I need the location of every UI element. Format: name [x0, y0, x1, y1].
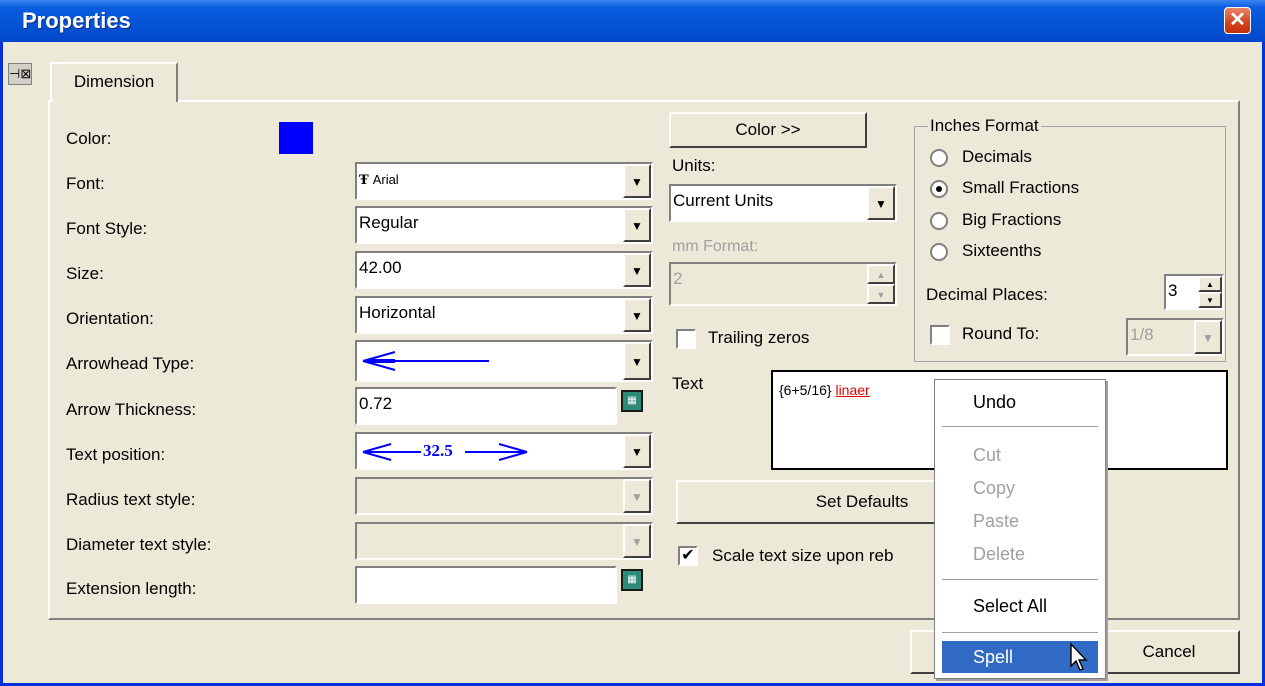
font-style-value: Regular: [359, 213, 419, 232]
sixteenths-label: Sixteenths: [962, 241, 1042, 260]
radio-sixteenths[interactable]: [930, 243, 948, 261]
spin-down-icon[interactable]: ▼: [1198, 292, 1222, 308]
arrow-thickness-value: 0.72: [359, 394, 393, 413]
arrowhead-select[interactable]: ▼: [355, 340, 653, 382]
decimal-places-value: 3: [1168, 281, 1178, 300]
menu-item-cut[interactable]: Cut: [973, 445, 1001, 466]
text-position-sample: 32.5: [423, 441, 453, 460]
menu-separator: [942, 632, 1098, 633]
dropdown-arrow-icon[interactable]: ▼: [623, 524, 651, 558]
radio-small-fractions[interactable]: [930, 180, 948, 198]
trailing-zeros-checkbox[interactable]: [676, 329, 696, 349]
tab-dimension[interactable]: Dimension: [50, 62, 178, 102]
check-icon: ✔: [681, 547, 695, 564]
font-label: Font:: [66, 174, 105, 193]
dropdown-arrow-icon[interactable]: ▼: [623, 164, 651, 198]
window-title: Properties: [22, 8, 131, 33]
dropdown-arrow-icon[interactable]: ▼: [623, 342, 651, 380]
menu-item-select-all[interactable]: Select All: [973, 596, 1047, 617]
units-value: Current Units: [673, 191, 774, 210]
scale-text-checkbox[interactable]: ✔: [678, 546, 698, 566]
close-glyph: ✕: [1229, 9, 1246, 31]
text-position-select[interactable]: 32.5 ▼: [355, 432, 653, 470]
dropdown-arrow-icon[interactable]: ▼: [623, 253, 651, 287]
arrowhead-sample-icon: [362, 351, 489, 371]
spin-down-icon[interactable]: ▼: [867, 284, 895, 304]
menu-item-undo[interactable]: Undo: [973, 392, 1016, 413]
orientation-value: Horizontal: [359, 303, 436, 322]
color-label: Color:: [66, 129, 112, 148]
orientation-label: Orientation:: [66, 309, 154, 328]
arrow-thickness-label: Arrow Thickness:: [66, 400, 197, 419]
text-position-label: Text position:: [66, 445, 166, 464]
mm-format-label: mm Format:: [672, 238, 759, 255]
round-to-checkbox[interactable]: [930, 325, 950, 345]
dropdown-arrow-icon[interactable]: ▼: [1194, 320, 1222, 354]
decimal-places-spinner[interactable]: 3 ▲ ▼: [1164, 274, 1224, 310]
dropdown-arrow-icon[interactable]: ▼: [623, 208, 651, 242]
radius-select[interactable]: ▼: [355, 477, 653, 515]
extension-input[interactable]: [355, 566, 617, 604]
dropdown-arrow-icon[interactable]: ▼: [623, 434, 651, 468]
dropdown-arrow-icon[interactable]: ▼: [623, 298, 651, 332]
cancel-button[interactable]: Cancel: [1098, 630, 1240, 674]
menu-item-delete[interactable]: Delete: [973, 544, 1025, 565]
truetype-icon: Ŧ: [359, 173, 369, 188]
small-fractions-label: Small Fractions: [962, 178, 1080, 197]
text-value: {6+5/16}: [779, 382, 832, 398]
radio-big-fractions[interactable]: [930, 212, 948, 230]
misspelled-word: linaer: [835, 382, 870, 398]
round-to-label: Round To:: [962, 324, 1040, 343]
size-label: Size:: [66, 264, 104, 283]
size-value: 42.00: [359, 258, 402, 277]
close-button[interactable]: ✔✕: [1224, 7, 1251, 34]
orientation-select[interactable]: Horizontal ▼: [355, 296, 653, 334]
decimals-label: Decimals: [962, 147, 1032, 166]
units-select[interactable]: Current Units ▼: [669, 184, 897, 222]
text-label: Text: [672, 374, 704, 393]
spin-up-icon[interactable]: ▲: [1198, 276, 1222, 292]
radio-decimals[interactable]: [930, 149, 948, 167]
dropdown-arrow-icon[interactable]: ▼: [867, 186, 895, 220]
font-select[interactable]: Ŧ Arial ▼: [355, 162, 653, 200]
round-to-select[interactable]: 1/8 ▼: [1126, 318, 1224, 356]
arrow-thickness-input[interactable]: 0.72: [355, 387, 617, 425]
size-select[interactable]: 42.00 ▼: [355, 251, 653, 289]
extension-label: Extension length:: [66, 579, 197, 598]
calculator-icon[interactable]: ▦: [621, 390, 643, 412]
menu-item-paste[interactable]: Paste: [973, 511, 1019, 532]
menu-item-spell[interactable]: Spell: [973, 647, 1013, 668]
font-style-select[interactable]: Regular ▼: [355, 206, 653, 244]
big-fractions-label: Big Fractions: [962, 210, 1062, 229]
radius-label: Radius text style:: [66, 490, 196, 509]
trailing-zeros-label: Trailing zeros: [708, 328, 810, 347]
diameter-select[interactable]: ▼: [355, 522, 653, 560]
calculator-icon[interactable]: ▦: [621, 569, 643, 591]
menu-separator: [942, 426, 1098, 427]
diameter-label: Diameter text style:: [66, 535, 212, 554]
round-to-value: 1/8: [1130, 325, 1154, 344]
font-value: Arial: [372, 172, 399, 187]
decimal-places-label: Decimal Places:: [926, 285, 1048, 304]
mouse-cursor-icon: [1070, 642, 1088, 671]
inches-format-title: Inches Format: [928, 116, 1041, 136]
title-bar[interactable]: [0, 0, 1265, 42]
scale-text-label: Scale text size upon reb: [712, 546, 894, 565]
units-label: Units:: [672, 156, 716, 175]
dropdown-arrow-icon[interactable]: ▼: [623, 479, 651, 513]
color-swatch[interactable]: [279, 122, 313, 154]
menu-separator: [942, 579, 1098, 580]
color-button[interactable]: Color >>: [669, 112, 867, 148]
mm-format-value: 2: [673, 269, 683, 288]
context-menu: Undo Cut Copy Paste Delete Select All Sp…: [934, 379, 1106, 679]
spin-up-icon[interactable]: ▲: [867, 264, 895, 284]
arrowhead-label: Arrowhead Type:: [66, 354, 195, 373]
pin-icon[interactable]: ⊣⊠: [8, 63, 32, 85]
mm-format-spinner[interactable]: 2 ▲ ▼: [669, 262, 897, 306]
menu-item-copy[interactable]: Copy: [973, 478, 1015, 499]
font-style-label: Font Style:: [66, 219, 148, 238]
